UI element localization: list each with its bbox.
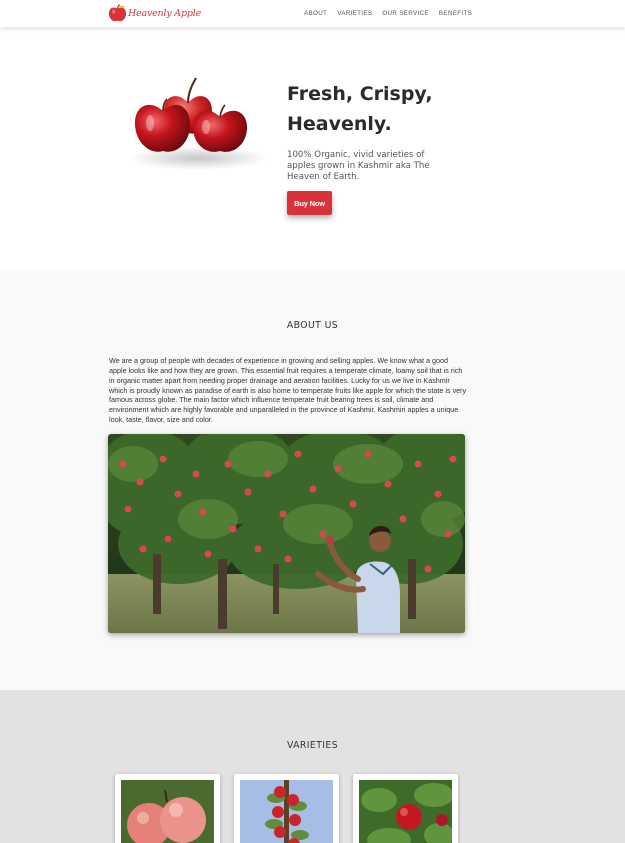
red-apple-tree-image [359,780,452,843]
hero-title: Fresh, Crispy, Heavenly. [287,79,487,139]
about-title: ABOUT US [286,320,339,331]
hero-description: 100% Organic, vivid varieties of apples … [287,150,430,182]
about-section: ABOUT US We are a group of people with d… [0,270,625,690]
apple-logo-icon [108,4,127,22]
pink-apples-image [121,780,214,843]
logo-text: Heavenly Apple [128,8,201,19]
hero-section: Fresh, Crispy, Heavenly. 100% Organic, v… [0,27,625,270]
orchard-photo [108,434,465,633]
apples-image [128,77,268,170]
apple-branch-image [240,780,333,843]
nav-link-varieties[interactable]: VARIETIES [337,10,372,17]
hero-title-line-2: Heavenly. [287,113,392,135]
variety-card[interactable] [115,774,220,843]
varieties-section: VARIETIES [0,690,625,843]
buy-now-button[interactable]: Buy Now [287,191,332,215]
logo[interactable]: Heavenly Apple [108,3,201,24]
hero-title-line-1: Fresh, Crispy, [287,83,433,105]
nav-links: ABOUT VARIETIES OUR SERVICE BENEFITS [304,10,482,17]
nav-link-our-service[interactable]: OUR SERVICE [382,10,429,17]
nav-link-about[interactable]: ABOUT [304,10,327,17]
navbar: Heavenly Apple ABOUT VARIETIES OUR SERVI… [0,0,625,27]
varieties-title: VARIETIES [287,740,338,751]
variety-card[interactable] [234,774,339,843]
nav-link-benefits[interactable]: BENEFITS [439,10,472,17]
about-text: We are a group of people with decades of… [109,356,467,425]
variety-card[interactable] [353,774,458,843]
